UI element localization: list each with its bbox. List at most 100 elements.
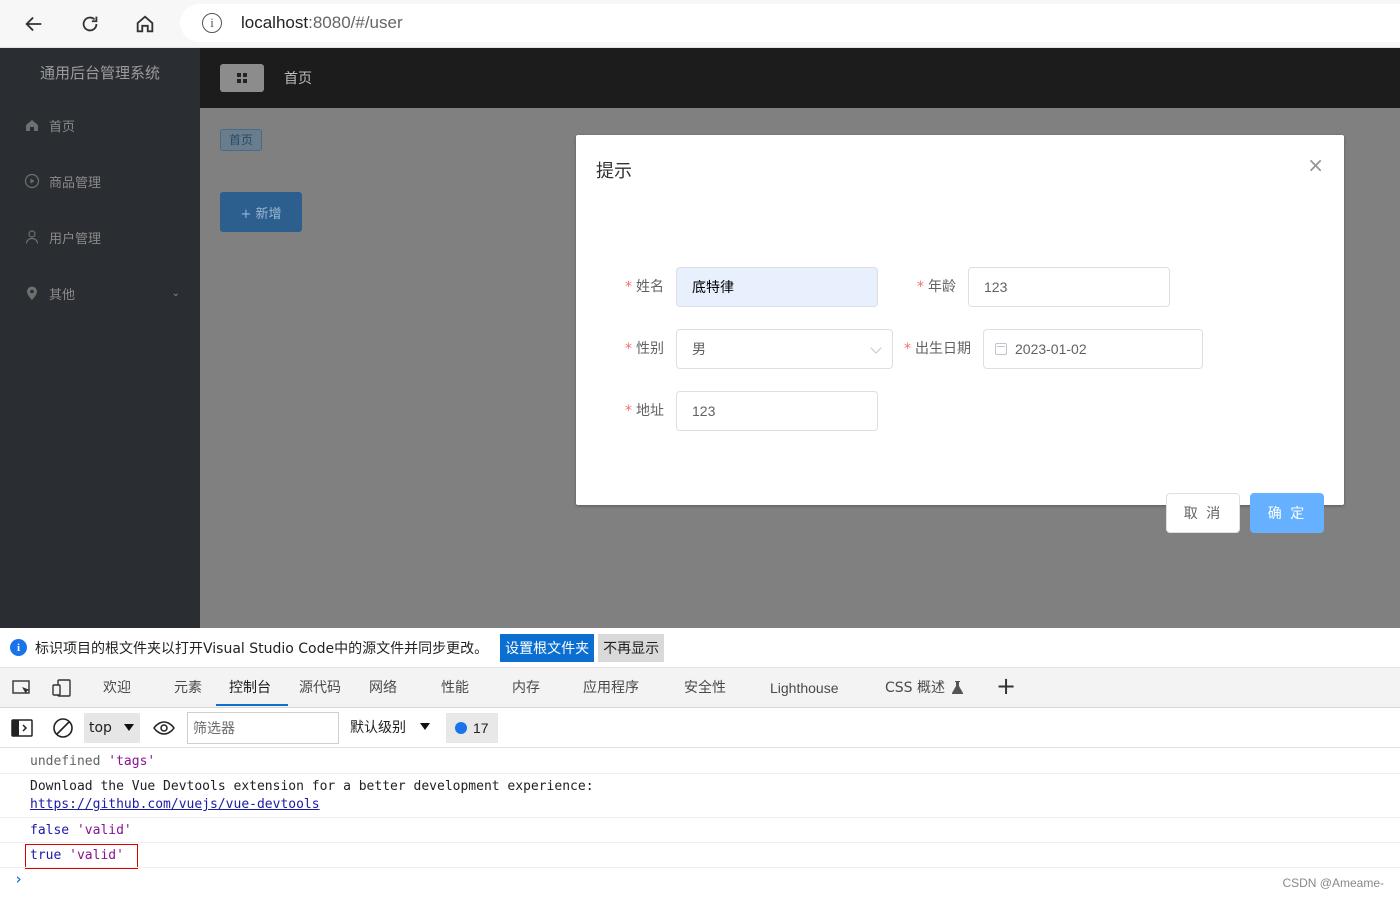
device-toggle-icon[interactable] [51, 678, 73, 698]
tab-application[interactable]: 应用程序 [583, 668, 639, 708]
link-text[interactable]: https://github.com/vuejs/vue-devtools [30, 797, 320, 812]
sidebar-item-label: 其他 [49, 287, 76, 303]
address-input[interactable]: 123 [676, 391, 878, 431]
sidebar-item-home[interactable]: 首页 [24, 115, 184, 135]
age-label: * 年龄 [888, 267, 956, 307]
log-level-select[interactable]: 默认级别 [350, 717, 406, 737]
birth-date-picker[interactable]: 2023-01-02 [983, 329, 1203, 369]
highlight-annotation [25, 844, 138, 869]
message-count: 17 [473, 720, 489, 736]
caret-down-icon [124, 724, 134, 731]
sidebar-item-label: 商品管理 [49, 175, 102, 191]
close-icon[interactable]: × [1307, 153, 1324, 177]
calendar-icon [995, 343, 1007, 355]
age-label-text: 年龄 [928, 279, 956, 295]
gender-label-text: 性别 [636, 341, 664, 357]
filter-input[interactable]: 筛选器 [187, 712, 339, 744]
name-label: * 姓名 [596, 267, 664, 307]
inspect-element-icon[interactable] [11, 678, 33, 698]
menu-toggle-button[interactable] [220, 64, 264, 92]
app-title: 通用后台管理系统 [39, 64, 160, 82]
chevron-down-icon: ⌄ [171, 287, 180, 299]
name-input[interactable]: 底特律 [676, 267, 878, 307]
clear-console-icon[interactable] [52, 717, 74, 739]
tab-performance[interactable]: 性能 [441, 668, 469, 708]
required-mark: * [625, 341, 632, 357]
confirm-button[interactable]: 确 定 [1250, 493, 1324, 533]
sidebar-item-label: 用户管理 [49, 231, 102, 247]
tab-lighthouse[interactable]: Lighthouse [770, 668, 839, 708]
url-host: localhost [241, 13, 309, 32]
caret-down-icon [420, 723, 430, 730]
sidebar-toggle-icon[interactable] [11, 718, 33, 738]
gender-select[interactable]: 男 [676, 329, 893, 369]
birth-value: 2023-01-02 [1015, 341, 1087, 357]
user-dialog: 提示 × * 姓名 底特律 * 年龄 123 * 性别 男 * 出生日期 2023-01… [576, 135, 1344, 533]
app-viewport: 通用后台管理系统 首页 商品管理 用户管理 其他 ⌄ 首页 首页 + 新增 提示… [0, 48, 1400, 628]
birth-label-text: 出生日期 [915, 341, 971, 357]
user-icon [25, 230, 39, 244]
console-toolbar: top 筛选器 默认级别 17 [0, 708, 1400, 748]
required-mark: * [625, 403, 632, 419]
watermark: CSDN @Ameame- [1282, 876, 1384, 890]
tab-console[interactable]: 控制台 [229, 668, 271, 708]
tab-elements[interactable]: 元素 [174, 668, 202, 708]
console-prompt[interactable]: › [14, 870, 23, 888]
message-count-badge[interactable]: 17 [446, 713, 498, 743]
url-text: localhost:8080/#/user [241, 13, 403, 33]
sidebar-item-goods[interactable]: 商品管理 [24, 171, 184, 191]
gender-value: 男 [692, 342, 706, 358]
eye-icon[interactable] [152, 719, 176, 737]
browser-toolbar: i localhost:8080/#/user [0, 0, 1400, 48]
name-label-text: 姓名 [636, 279, 664, 295]
tab-memory[interactable]: 内存 [512, 668, 540, 708]
sidebar-item-users[interactable]: 用户管理 [24, 227, 184, 247]
tab-css-overview[interactable]: CSS 概述 [885, 668, 945, 708]
console-string: 'tags' [108, 754, 156, 769]
vue-devtools-link[interactable]: https://github.com/vuejs/vue-devtools [30, 797, 320, 812]
back-icon[interactable] [18, 8, 50, 40]
notice-text: 标识项目的根文件夹以打开Visual Studio Code中的源文件并同步更改… [35, 640, 489, 657]
devtools-tabbar: 欢迎 元素 控制台 源代码 网络 性能 内存 应用程序 安全性 Lighthou… [0, 668, 1400, 708]
sidebar-item-label: 首页 [49, 119, 76, 135]
console-line: undefined 'tags' [30, 754, 155, 769]
tab-network[interactable]: 网络 [369, 668, 397, 708]
url-path: :8080/#/user [308, 13, 403, 32]
flask-icon [952, 681, 963, 694]
console-value: undefined [30, 754, 101, 769]
home-icon [26, 120, 38, 131]
address-bar[interactable]: i localhost:8080/#/user [180, 4, 1400, 42]
tab-welcome[interactable]: 欢迎 [103, 668, 131, 708]
grid-icon [237, 73, 247, 83]
tab-security[interactable]: 安全性 [684, 668, 726, 708]
dont-show-again-button[interactable]: 不再显示 [598, 633, 665, 662]
chevron-down-icon [870, 342, 882, 354]
birth-label: * 出生日期 [888, 329, 971, 369]
console-divider [0, 817, 1400, 818]
tab-sources[interactable]: 源代码 [299, 668, 341, 708]
tag-home[interactable]: 首页 [220, 129, 263, 151]
sidebar-item-other[interactable]: 其他 ⌄ [24, 283, 184, 303]
age-input[interactable]: 123 [968, 267, 1170, 307]
required-mark: * [904, 341, 911, 357]
add-button[interactable]: + 新增 [220, 192, 302, 232]
console-boolean: false [30, 823, 70, 838]
required-mark: * [917, 279, 924, 295]
console-line: false 'valid' [30, 823, 132, 838]
sidebar: 通用后台管理系统 首页 商品管理 用户管理 其他 ⌄ [0, 48, 200, 628]
reload-icon[interactable] [74, 8, 106, 40]
cancel-button[interactable]: 取 消 [1166, 493, 1240, 533]
console-line: Download the Vue Devtools extension for … [30, 779, 594, 794]
devtools-notice-bar: i 标识项目的根文件夹以打开Visual Studio Code中的源文件并同步… [0, 628, 1400, 668]
console-divider [0, 773, 1400, 774]
set-root-folder-button[interactable]: 设置根文件夹 [500, 633, 595, 662]
address-label: * 地址 [596, 391, 664, 431]
info-icon: i [10, 639, 27, 656]
active-tab-indicator [216, 704, 288, 706]
console-divider [0, 867, 1400, 868]
context-select[interactable]: top [84, 713, 140, 743]
add-tab-icon[interactable]: + [996, 672, 1016, 700]
breadcrumb-home[interactable]: 首页 [284, 68, 312, 88]
site-info-icon[interactable]: i [202, 13, 222, 33]
home-icon[interactable] [129, 8, 161, 40]
